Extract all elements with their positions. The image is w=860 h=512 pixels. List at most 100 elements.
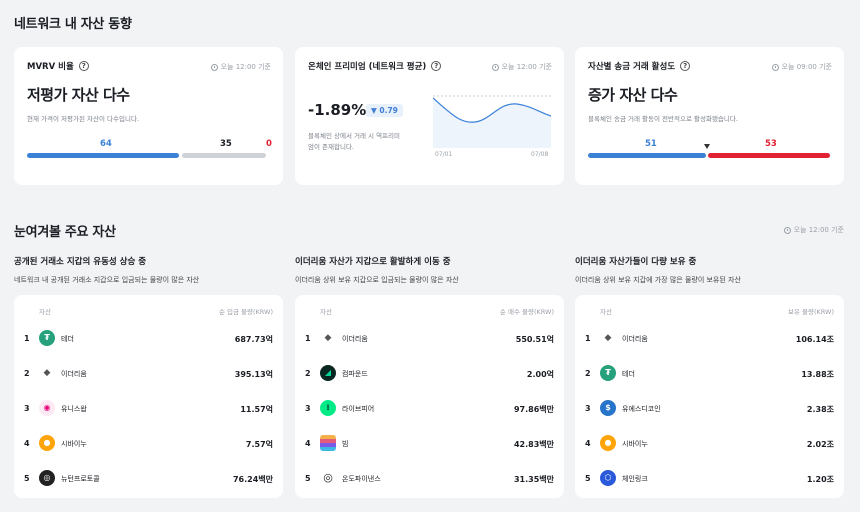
ethereum-icon: ◆ — [324, 333, 332, 343]
asset-name: 이더리움 — [342, 335, 368, 343]
table-row[interactable]: 4 빔 42.83백만 — [295, 434, 564, 454]
premium-sparkline — [433, 95, 551, 148]
help-icon[interactable]: ? — [78, 61, 89, 71]
timestamp: 오늘 12:00 기준 — [491, 62, 552, 72]
activity-card-header: 자산별 송금 거래 활성도 ? — [588, 60, 691, 72]
page-title: 네트워크 내 자산 동향 — [14, 17, 132, 32]
compound-icon: ◢ — [320, 365, 336, 381]
rank: 1 — [305, 334, 311, 343]
asset-value: 2.02조 — [806, 440, 834, 449]
timestamp-label: 오늘 12:00 기준 — [501, 63, 552, 71]
asset-name: 뉴턴프로토콜 — [61, 475, 100, 483]
rank: 3 — [305, 404, 311, 413]
asset-value: 687.73억 — [234, 335, 273, 344]
table-row[interactable]: 2 ◆ 이더리움 395.13억 — [14, 364, 283, 384]
activity-blue-count: 51 — [645, 139, 657, 149]
asset-name: 이더리움 — [622, 335, 648, 343]
asset-name: 체인링크 — [622, 475, 648, 483]
premium-title: 온체인 프리미엄 (네트워크 평균) — [308, 62, 427, 72]
header-asset: 자산 — [320, 308, 332, 316]
header-value: 보유 물량(KRW) — [787, 308, 834, 316]
help-icon[interactable]: ? — [431, 61, 442, 71]
rank: 3 — [24, 404, 30, 413]
table-row[interactable]: 2 ◢ 컴파운드 2.00억 — [295, 364, 564, 384]
header-value: 순 매수 물량(KRW) — [499, 308, 554, 316]
table-row[interactable]: 4 ● 시바이누 7.57억 — [14, 434, 283, 454]
ondo-icon: ◎ — [323, 471, 333, 484]
rank: 4 — [305, 439, 311, 448]
asset-value: 42.83백만 — [513, 440, 554, 449]
asset-value: 2.00억 — [526, 370, 554, 379]
clock-icon — [210, 63, 218, 71]
header-value: 순 입금 물량(KRW) — [218, 308, 273, 316]
premium-value: -1.89% — [308, 101, 367, 119]
activity-blue-bar — [588, 153, 706, 158]
ethereum-icon: ◆ — [604, 333, 612, 343]
table-row[interactable]: 5 ◎ 온도파이낸스 31.35백만 — [295, 469, 564, 489]
asset-value: 550.51억 — [515, 335, 554, 344]
usdc-icon: $ — [600, 400, 616, 416]
clock-icon — [783, 226, 791, 234]
mvrv-gray-count: 35 — [220, 139, 232, 149]
premium-desc-line1: 블록체인 상에서 거래 시 역프리미 — [308, 132, 400, 140]
asset-name: 테더 — [622, 370, 635, 378]
asset-name: 라이브피어 — [342, 405, 375, 413]
mvrv-description: 현재 가격이 저평가된 자산이 다수입니다. — [27, 115, 139, 123]
section-title: 눈여겨볼 주요 자산 — [14, 225, 116, 240]
table-row[interactable]: 1 ◆ 이더리움 106.14조 — [575, 329, 844, 349]
tether-icon: ₮ — [39, 330, 55, 346]
asset-value: 11.57억 — [240, 405, 273, 414]
mvrv-card-header: MVRV 비율 ? — [27, 60, 89, 72]
activity-headline: 증가 자산 다수 — [588, 86, 678, 104]
asset-value: 76.24백만 — [232, 475, 273, 484]
table-row[interactable]: 3 ⁞ 라이브피어 97.86백만 — [295, 399, 564, 419]
rank: 5 — [305, 474, 311, 483]
asset-value: 7.57억 — [245, 440, 273, 449]
table-row[interactable]: 1 ◆ 이더리움 550.51억 — [295, 329, 564, 349]
rank: 4 — [24, 439, 30, 448]
mvrv-blue-count: 64 — [100, 139, 112, 149]
table-row[interactable]: 4 ● 시바이누 2.02조 — [575, 434, 844, 454]
asset-table-eth-whale-holdings: 자산 보유 물량(KRW) 1 ◆ 이더리움 106.14조 2 ₮ 테더 13.88조 3… — [575, 295, 844, 498]
asset-name: 유니스왑 — [61, 405, 87, 413]
asset-name: 테더 — [61, 335, 74, 343]
transfer-activity-card: 자산별 송금 거래 활성도 ? 오늘 09:00 기준 증가 자산 다수 블록체… — [575, 47, 844, 185]
column-title: 이더리움 자산가들이 다량 보유 중 — [575, 257, 697, 267]
asset-value: 31.35백만 — [513, 475, 554, 484]
timestamp: 오늘 09:00 기준 — [771, 62, 832, 72]
divider-marker-icon — [704, 144, 710, 149]
premium-change-badge: ▼ 0.79 — [366, 104, 403, 117]
chainlink-icon: ⬡ — [600, 470, 616, 486]
x-axis-start: 07/01 — [435, 151, 453, 158]
premium-card-header: 온체인 프리미엄 (네트워크 평균) ? — [308, 60, 442, 72]
table-row[interactable]: 5 ⬡ 체인링크 1.20조 — [575, 469, 844, 489]
premium-desc-line2: 엄이 존재합니다. — [308, 143, 354, 151]
timestamp-label: 오늘 12:00 기준 — [793, 226, 844, 234]
activity-title: 자산별 송금 거래 활성도 — [588, 62, 676, 72]
clock-icon — [491, 63, 499, 71]
asset-name: 이더리움 — [61, 370, 87, 378]
table-row[interactable]: 3 $ 유에스디코인 2.38조 — [575, 399, 844, 419]
rank: 2 — [585, 369, 591, 378]
table-row[interactable]: 2 ₮ 테더 13.88조 — [575, 364, 844, 384]
mvrv-card: MVRV 비율 ? 오늘 12:00 기준 저평가 자산 다수 현재 가격이 저… — [14, 47, 283, 185]
column-subtitle: 이더리움 상위 보유 지갑에 가장 많은 물량이 보유된 자산 — [575, 276, 741, 284]
asset-name: 시바이누 — [61, 440, 87, 448]
mvrv-blue-bar — [27, 153, 179, 158]
asset-name: 빔 — [342, 440, 349, 448]
asset-name: 시바이누 — [622, 440, 648, 448]
header-asset: 자산 — [39, 308, 51, 316]
rank: 1 — [24, 334, 30, 343]
mvrv-red-count: 0 — [266, 139, 272, 149]
help-icon[interactable]: ? — [680, 61, 691, 71]
ethereum-icon: ◆ — [43, 368, 51, 378]
activity-red-count: 53 — [765, 139, 777, 149]
asset-value: 106.14조 — [795, 335, 834, 344]
clock-icon — [771, 63, 779, 71]
table-row[interactable]: 1 ₮ 테더 687.73억 — [14, 329, 283, 349]
asset-value: 13.88조 — [801, 370, 834, 379]
rank: 4 — [585, 439, 591, 448]
table-row[interactable]: 3 ◉ 유니스왑 11.57억 — [14, 399, 283, 419]
table-row[interactable]: 5 ◎ 뉴턴프로토콜 76.24백만 — [14, 469, 283, 489]
timestamp: 오늘 12:00 기준 — [210, 62, 271, 72]
